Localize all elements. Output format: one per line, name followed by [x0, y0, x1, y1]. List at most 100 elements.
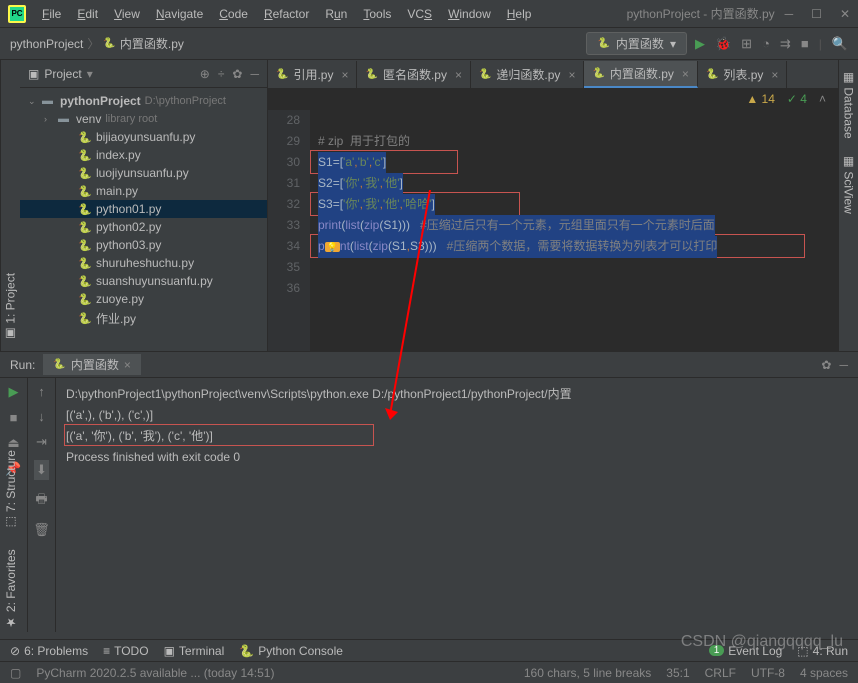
- maximize-button[interactable]: ☐: [811, 7, 822, 21]
- tree-file[interactable]: 🐍zuoye.py: [20, 290, 267, 308]
- wrap-button[interactable]: ⇥: [36, 434, 47, 450]
- menu-navigate[interactable]: Navigate: [150, 5, 209, 23]
- tree-file[interactable]: 🐍python03.py: [20, 236, 267, 254]
- concurrent-button[interactable]: ⇉: [780, 36, 791, 52]
- favorites-tab[interactable]: ★ 2: Favorites: [2, 549, 18, 629]
- code-editor[interactable]: 282930 313233 343536 # zip 用于打包的 S1=['a'…: [268, 110, 838, 351]
- close-icon[interactable]: ×: [455, 68, 462, 82]
- print-button[interactable]: 🖶: [35, 490, 47, 512]
- menu-vcs[interactable]: VCS: [401, 5, 438, 23]
- status-encoding[interactable]: UTF-8: [751, 666, 785, 680]
- status-indent[interactable]: 4 spaces: [800, 666, 848, 680]
- close-icon[interactable]: ×: [682, 67, 689, 81]
- console-output[interactable]: D:\pythonProject1\pythonProject\venv\Scr…: [56, 378, 858, 632]
- clear-button[interactable]: 🗑: [33, 522, 50, 538]
- expand-icon[interactable]: ⌄: [28, 96, 38, 107]
- run-button[interactable]: ▶: [695, 36, 705, 52]
- close-icon[interactable]: ×: [568, 68, 575, 82]
- tab-label: 引用.py: [293, 66, 333, 83]
- collapse-icon[interactable]: ÷: [218, 67, 225, 81]
- todo-tab[interactable]: ≡ TODO: [103, 644, 148, 658]
- coverage-button[interactable]: ⊞: [741, 36, 752, 52]
- editor-tab[interactable]: 🐍列表.py×: [698, 61, 787, 88]
- editor-tab[interactable]: 🐍匿名函数.py×: [357, 61, 470, 88]
- hide-icon[interactable]: ─: [839, 358, 848, 372]
- tab-label: 内置函数.py: [610, 65, 674, 82]
- close-icon[interactable]: ×: [124, 358, 131, 372]
- python-file-icon: 🐍: [78, 167, 92, 180]
- status-position[interactable]: 35:1: [666, 666, 689, 680]
- sciview-tab[interactable]: ▦ SciView: [842, 154, 856, 214]
- up-button[interactable]: ↑: [38, 384, 45, 399]
- panel-title: Project: [44, 67, 81, 81]
- status-bar: ▢ PyCharm 2020.2.5 available ... (today …: [0, 661, 858, 683]
- tree-file[interactable]: 🐍index.py: [20, 146, 267, 164]
- status-message[interactable]: PyCharm 2020.2.5 available ... (today 14…: [36, 666, 274, 680]
- right-sidebar-tabs: ▦ Database ▦ SciView: [838, 60, 858, 351]
- file-label: shuruheshuchu.py: [96, 256, 194, 270]
- menu-view[interactable]: View: [108, 5, 146, 23]
- editor-tab[interactable]: 🐍内置函数.py×: [584, 61, 697, 88]
- tree-file[interactable]: 🐍作业.py: [20, 308, 267, 329]
- down-button[interactable]: ↓: [38, 409, 45, 424]
- close-icon[interactable]: ×: [341, 68, 348, 82]
- chevron-down-icon[interactable]: ▾: [87, 67, 93, 81]
- tree-file[interactable]: 🐍main.py: [20, 182, 267, 200]
- menu-tools[interactable]: Tools: [357, 5, 397, 23]
- editor-tab[interactable]: 🐍递归函数.py×: [471, 61, 584, 88]
- settings-icon[interactable]: ✿: [821, 358, 831, 372]
- menu-refactor[interactable]: Refactor: [258, 5, 315, 23]
- menu-edit[interactable]: Edit: [71, 5, 104, 23]
- python-console-tab[interactable]: 🐍 Python Console: [239, 644, 343, 658]
- profile-button[interactable]: ◔: [762, 36, 770, 51]
- status-icon[interactable]: ▢: [10, 666, 21, 680]
- chevron-icon[interactable]: ˄: [819, 92, 826, 106]
- status-eol[interactable]: CRLF: [705, 666, 736, 680]
- stop-button[interactable]: ■: [10, 410, 18, 425]
- menu-file[interactable]: File: [36, 5, 67, 23]
- tree-venv[interactable]: › ▬ venv library root: [20, 110, 267, 128]
- close-button[interactable]: ✕: [840, 7, 850, 21]
- search-button[interactable]: 🔍: [832, 36, 848, 52]
- project-tab[interactable]: ▣ 1: Project: [4, 273, 18, 341]
- chevron-right-icon: 〉: [87, 35, 99, 52]
- menu-run[interactable]: Run: [319, 5, 353, 23]
- file-label: python02.py: [96, 220, 161, 234]
- menu-code[interactable]: Code: [213, 5, 254, 23]
- editor-tab[interactable]: 🐍引用.py×: [268, 61, 357, 88]
- tree-file[interactable]: 🐍luojiyunsuanfu.py: [20, 164, 267, 182]
- terminal-tab[interactable]: ▣ Terminal: [164, 644, 225, 658]
- scroll-button[interactable]: ⬇: [34, 460, 49, 480]
- debug-button[interactable]: 🐞: [715, 36, 731, 52]
- rerun-button[interactable]: ▶: [9, 384, 19, 400]
- run-tab[interactable]: 🐍 内置函数 ×: [43, 354, 140, 375]
- minimize-button[interactable]: ─: [785, 7, 794, 21]
- tree-file[interactable]: 🐍bijiaoyunsuanfu.py: [20, 128, 267, 146]
- tree-file[interactable]: 🐍python01.py: [20, 200, 267, 218]
- expand-icon[interactable]: ›: [44, 114, 54, 124]
- checks-indicator[interactable]: ✓ 4: [787, 92, 807, 106]
- problems-tab[interactable]: ⊘ 6: Problems: [10, 644, 88, 658]
- locate-icon[interactable]: ⊕: [200, 67, 210, 81]
- run-config-selector[interactable]: 🐍 内置函数 ▾: [586, 32, 687, 55]
- structure-tab[interactable]: ⬚ 7: Structure: [2, 450, 18, 529]
- hide-icon[interactable]: ─: [250, 67, 259, 81]
- tree-file[interactable]: 🐍shuruheshuchu.py: [20, 254, 267, 272]
- menu-window[interactable]: Window: [442, 5, 497, 23]
- tree-file[interactable]: 🐍suanshuyunsuanfu.py: [20, 272, 267, 290]
- menu-help[interactable]: Help: [501, 5, 538, 23]
- database-tab[interactable]: ▦ Database: [842, 70, 856, 139]
- tree-file[interactable]: 🐍python02.py: [20, 218, 267, 236]
- close-icon[interactable]: ×: [771, 68, 778, 82]
- editor-tabs: 🐍引用.py×🐍匿名函数.py×🐍递归函数.py×🐍内置函数.py×🐍列表.py…: [268, 60, 838, 88]
- python-icon: 🐍: [597, 38, 609, 49]
- tab-label: 递归函数.py: [496, 66, 560, 83]
- breadcrumb-file[interactable]: 内置函数.py: [120, 35, 184, 52]
- tree-root[interactable]: ⌄ ▬ pythonProject D:\pythonProject: [20, 92, 267, 110]
- stop-button[interactable]: ■: [801, 36, 809, 51]
- settings-icon[interactable]: ✿: [232, 67, 242, 81]
- warnings-indicator[interactable]: ▲ 14: [746, 92, 775, 106]
- breadcrumb-project[interactable]: pythonProject: [10, 37, 83, 51]
- root-path: D:\pythonProject: [145, 95, 226, 107]
- intention-bulb-icon[interactable]: 💡: [325, 242, 340, 252]
